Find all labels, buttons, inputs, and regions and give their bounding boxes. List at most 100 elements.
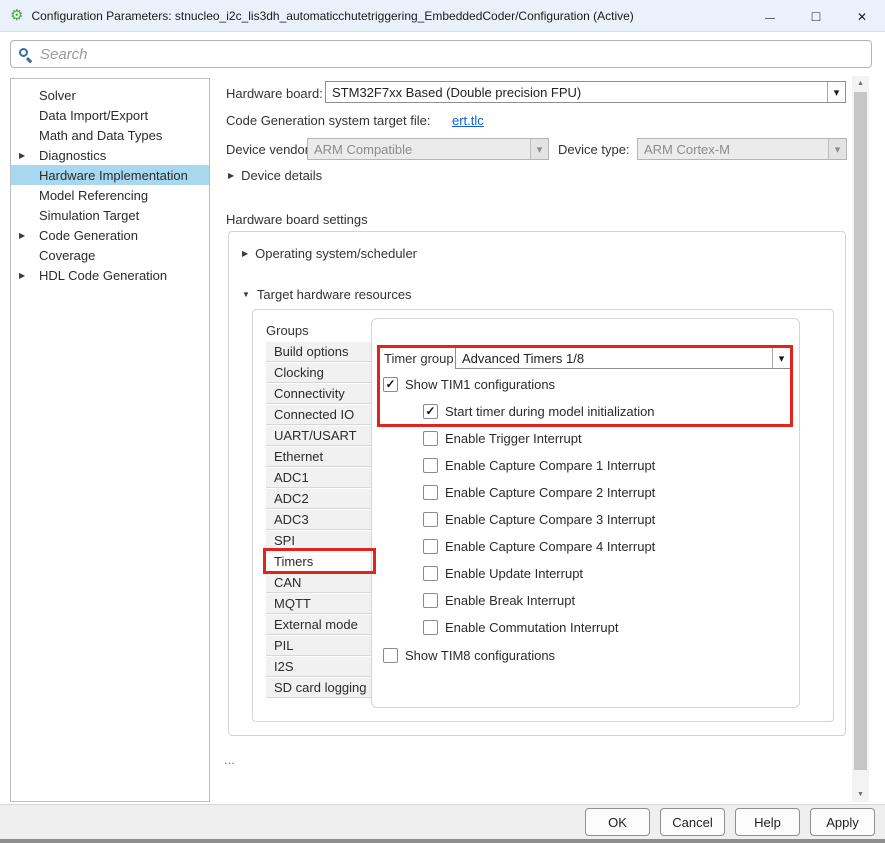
- search-icon: [19, 48, 32, 61]
- sidebar-item-hardware-implementation[interactable]: Hardware Implementation: [11, 165, 209, 185]
- start-timer-checkbox[interactable]: [423, 404, 438, 419]
- groups-list: Build options Clocking Connectivity Conn…: [266, 342, 375, 699]
- enable-break-interrupt-checkbox[interactable]: [423, 593, 438, 608]
- window-title: Configuration Parameters: stnucleo_i2c_l…: [31, 9, 633, 23]
- groups-title: Groups: [266, 323, 309, 338]
- enable-capture-compare-3-row: Enable Capture Compare 3 Interrupt: [423, 512, 655, 527]
- enable-trigger-interrupt-row: Enable Trigger Interrupt: [423, 431, 582, 446]
- hardware-board-dropdown[interactable]: STM32F7xx Based (Double precision FPU): [325, 81, 846, 103]
- show-tim1-checkbox[interactable]: [383, 377, 398, 392]
- dropdown-arrow-icon[interactable]: [827, 82, 845, 102]
- sidebar-item-math-and-data-types[interactable]: Math and Data Types: [11, 125, 209, 145]
- sidebar-item-model-referencing[interactable]: Model Referencing: [11, 185, 209, 205]
- enable-capture-compare-3-checkbox[interactable]: [423, 512, 438, 527]
- close-button[interactable]: [839, 0, 885, 32]
- enable-update-interrupt-checkbox[interactable]: [423, 566, 438, 581]
- group-item-adc2[interactable]: ADC2: [266, 489, 374, 510]
- os-scheduler-expander[interactable]: Operating system/scheduler: [242, 246, 417, 261]
- show-tim8-checkbox-row: Show TIM8 configurations: [383, 648, 555, 663]
- group-item-connected-io[interactable]: Connected IO: [266, 405, 374, 426]
- enable-commutation-interrupt-row: Enable Commutation Interrupt: [423, 620, 618, 635]
- device-vendor-value: ARM Compatible: [308, 142, 530, 157]
- simulink-config-gear-icon: ⚙: [10, 8, 23, 23]
- sidebar-item-solver[interactable]: Solver: [11, 85, 209, 105]
- ok-button[interactable]: OK: [585, 808, 650, 836]
- group-item-i2s[interactable]: I2S: [266, 657, 374, 678]
- enable-update-interrupt-row: Enable Update Interrupt: [423, 566, 583, 581]
- group-item-adc3[interactable]: ADC3: [266, 510, 374, 531]
- device-vendor-dropdown: ARM Compatible: [307, 138, 549, 160]
- group-item-external-mode[interactable]: External mode: [266, 615, 374, 636]
- vertical-scrollbar[interactable]: ▲ ▼: [852, 76, 869, 802]
- device-type-label: Device type:: [558, 142, 630, 157]
- enable-capture-compare-2-row: Enable Capture Compare 2 Interrupt: [423, 485, 655, 500]
- target-hw-resources-expander[interactable]: Target hardware resources: [242, 287, 412, 302]
- sidebar-item-coverage[interactable]: Coverage: [11, 245, 209, 265]
- scroll-up-icon[interactable]: ▲: [852, 76, 869, 91]
- group-item-timers[interactable]: Timers: [266, 552, 374, 573]
- group-item-ethernet[interactable]: Ethernet: [266, 447, 374, 468]
- sidebar-item-diagnostics[interactable]: Diagnostics: [11, 145, 209, 165]
- device-type-dropdown: ARM Cortex-M: [637, 138, 847, 160]
- group-item-clocking[interactable]: Clocking: [266, 363, 374, 384]
- enable-break-interrupt-row: Enable Break Interrupt: [423, 593, 575, 608]
- target-file-link[interactable]: ert.tlc: [452, 113, 484, 128]
- apply-button[interactable]: Apply: [810, 808, 875, 836]
- ellipsis-text: ...: [224, 752, 235, 767]
- enable-capture-compare-4-checkbox[interactable]: [423, 539, 438, 554]
- group-item-uart-usart[interactable]: UART/USART: [266, 426, 374, 447]
- target-hw-resources-label: Target hardware resources: [257, 287, 412, 302]
- sidebar-item-hdl-code-generation[interactable]: HDL Code Generation: [11, 265, 209, 285]
- search-input[interactable]: [40, 46, 871, 63]
- sidebar-item-code-generation[interactable]: Code Generation: [11, 225, 209, 245]
- expand-right-icon[interactable]: [19, 151, 29, 160]
- group-item-mqtt[interactable]: MQTT: [266, 594, 374, 615]
- group-item-pil[interactable]: PIL: [266, 636, 374, 657]
- group-item-spi[interactable]: SPI: [266, 531, 374, 552]
- group-item-adc1[interactable]: ADC1: [266, 468, 374, 489]
- expand-right-icon: [242, 249, 248, 258]
- enable-capture-compare-1-row: Enable Capture Compare 1 Interrupt: [423, 458, 655, 473]
- maximize-icon: [812, 8, 820, 24]
- scrollbar-thumb[interactable]: [854, 92, 867, 770]
- dropdown-arrow-icon[interactable]: [772, 348, 790, 368]
- window-controls: [747, 0, 885, 32]
- enable-capture-compare-1-checkbox[interactable]: [423, 458, 438, 473]
- title-bar: ⚙ Configuration Parameters: stnucleo_i2c…: [0, 0, 885, 32]
- group-item-connectivity[interactable]: Connectivity: [266, 384, 374, 405]
- minimize-button[interactable]: [747, 0, 793, 32]
- enable-commutation-interrupt-checkbox[interactable]: [423, 620, 438, 635]
- search-box[interactable]: [10, 40, 872, 68]
- close-icon: [857, 9, 867, 24]
- hardware-board-settings-label: Hardware board settings: [226, 212, 368, 227]
- expand-right-icon[interactable]: [19, 231, 29, 240]
- device-details-expander[interactable]: Device details: [228, 168, 322, 183]
- enable-capture-compare-2-checkbox[interactable]: [423, 485, 438, 500]
- group-item-sd-card-logging[interactable]: SD card logging: [266, 678, 374, 699]
- dropdown-arrow-icon: [828, 139, 846, 159]
- sidebar-tree: Solver Data Import/Export Math and Data …: [10, 78, 210, 802]
- configuration-parameters-dialog: ⚙ Configuration Parameters: stnucleo_i2c…: [0, 0, 885, 843]
- show-tim1-checkbox-row: Show TIM1 configurations: [383, 377, 555, 392]
- expand-right-icon[interactable]: [19, 271, 29, 280]
- search-row: [0, 32, 885, 74]
- cancel-button[interactable]: Cancel: [660, 808, 725, 836]
- maximize-button[interactable]: [793, 0, 839, 32]
- group-item-can[interactable]: CAN: [266, 573, 374, 594]
- sidebar-item-data-import-export[interactable]: Data Import/Export: [11, 105, 209, 125]
- hardware-board-value: STM32F7xx Based (Double precision FPU): [326, 85, 827, 100]
- show-tim8-label: Show TIM8 configurations: [405, 648, 555, 663]
- expand-down-icon: [242, 290, 250, 299]
- help-button[interactable]: Help: [735, 808, 800, 836]
- expand-right-icon: [228, 171, 234, 180]
- start-timer-label: Start timer during model initialization: [445, 404, 655, 419]
- sidebar-item-simulation-target[interactable]: Simulation Target: [11, 205, 209, 225]
- target-file-label: Code Generation system target file:: [226, 113, 431, 128]
- scroll-down-icon[interactable]: ▼: [852, 787, 869, 802]
- enable-trigger-interrupt-checkbox[interactable]: [423, 431, 438, 446]
- os-scheduler-label: Operating system/scheduler: [255, 246, 417, 261]
- group-item-build-options[interactable]: Build options: [266, 342, 374, 363]
- timer-group-dropdown[interactable]: Advanced Timers 1/8: [455, 347, 791, 369]
- show-tim8-checkbox[interactable]: [383, 648, 398, 663]
- timer-group-value: Advanced Timers 1/8: [456, 351, 772, 366]
